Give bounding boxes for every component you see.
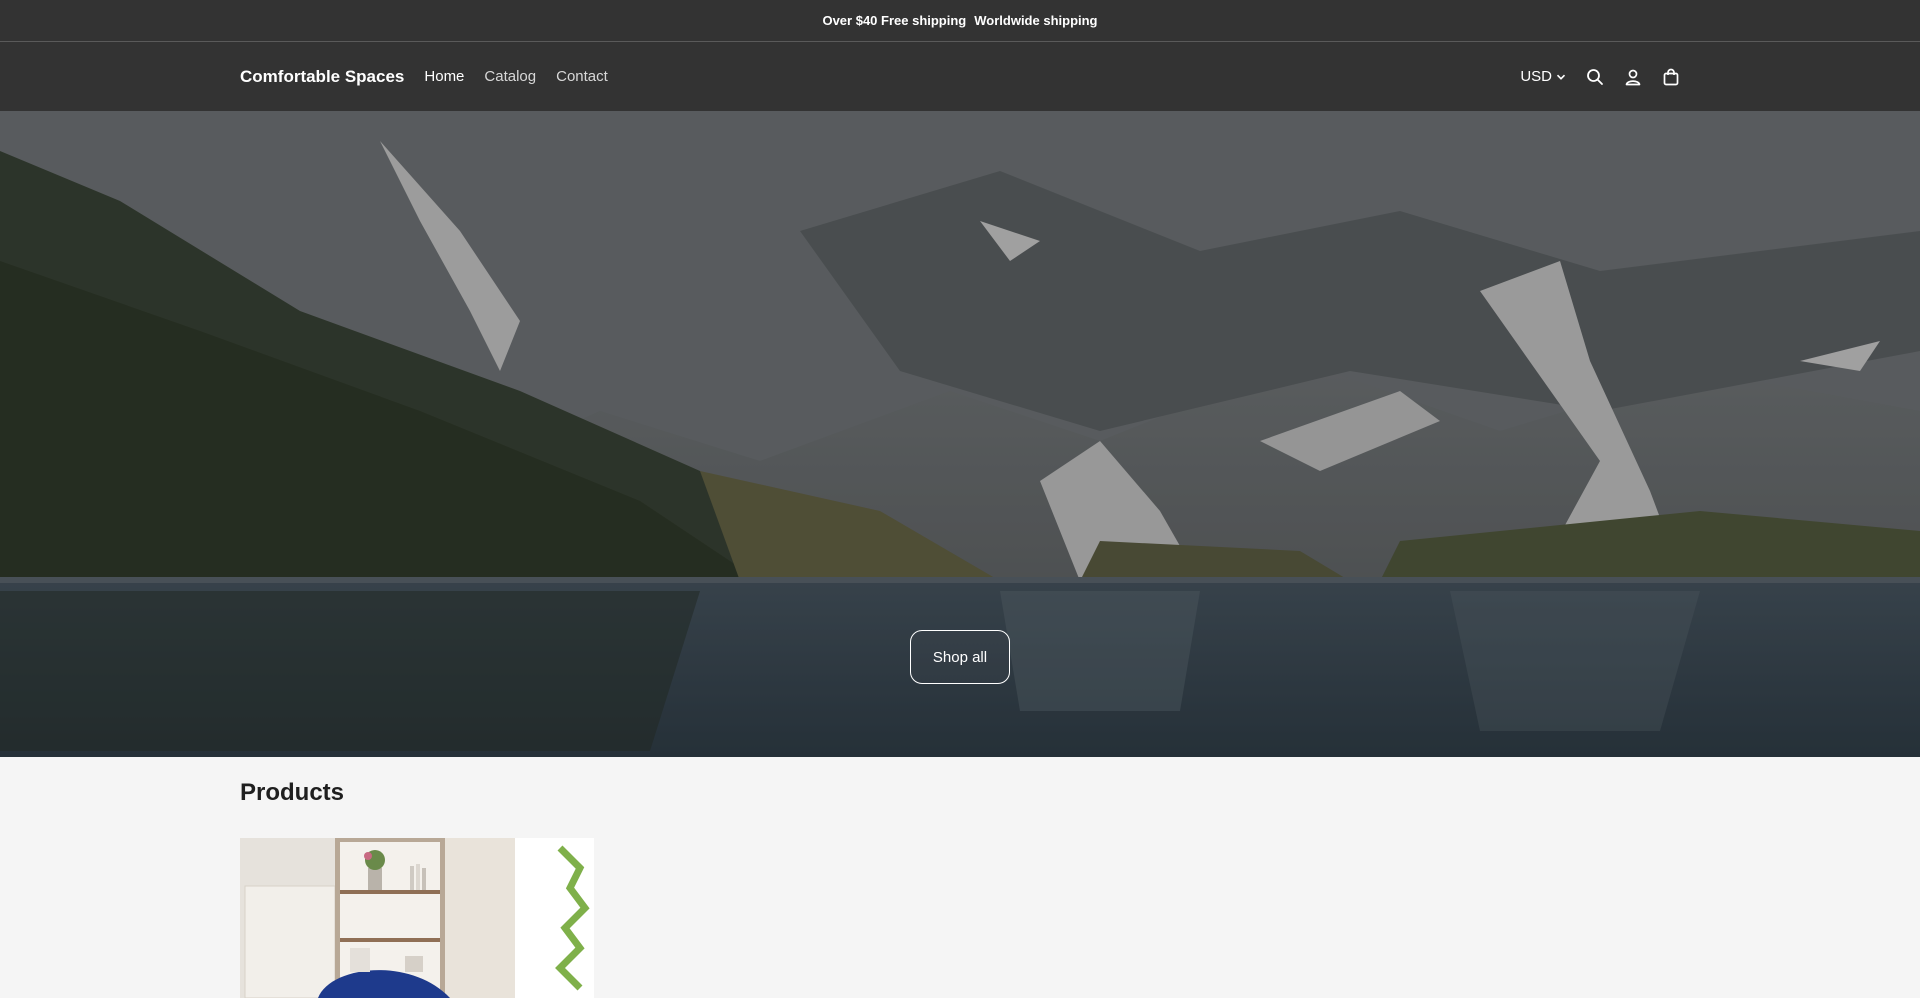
products-section: Products (0, 757, 1920, 998)
hero-banner: Shop all (0, 111, 1920, 757)
site-header: Comfortable Spaces Home Catalog Contact … (0, 42, 1920, 111)
shop-all-button[interactable]: Shop all (910, 630, 1010, 684)
worldwide-shipping-text: Worldwide shipping (974, 13, 1098, 28)
currency-label: USD (1520, 68, 1552, 85)
free-shipping-text: Over $40 Free shipping (822, 13, 967, 28)
nav-catalog[interactable]: Catalog (484, 68, 536, 85)
header-utilities: USD (1520, 68, 1680, 86)
cart-icon[interactable] (1662, 68, 1680, 86)
nav-contact[interactable]: Contact (556, 68, 608, 85)
announcement-bar: Over $40 Free shipping Worldwide shippin… (0, 0, 1920, 42)
nav-home[interactable]: Home (424, 68, 464, 85)
search-icon[interactable] (1586, 68, 1604, 86)
products-heading: Products (240, 779, 345, 806)
living-room-armchair-image (240, 838, 594, 998)
main-nav: Home Catalog Contact (424, 68, 607, 85)
product-card[interactable] (240, 838, 594, 998)
store-logo[interactable]: Comfortable Spaces (240, 67, 404, 87)
account-icon[interactable] (1624, 68, 1642, 86)
chevron-down-icon (1556, 72, 1566, 82)
currency-selector[interactable]: USD (1520, 68, 1566, 85)
